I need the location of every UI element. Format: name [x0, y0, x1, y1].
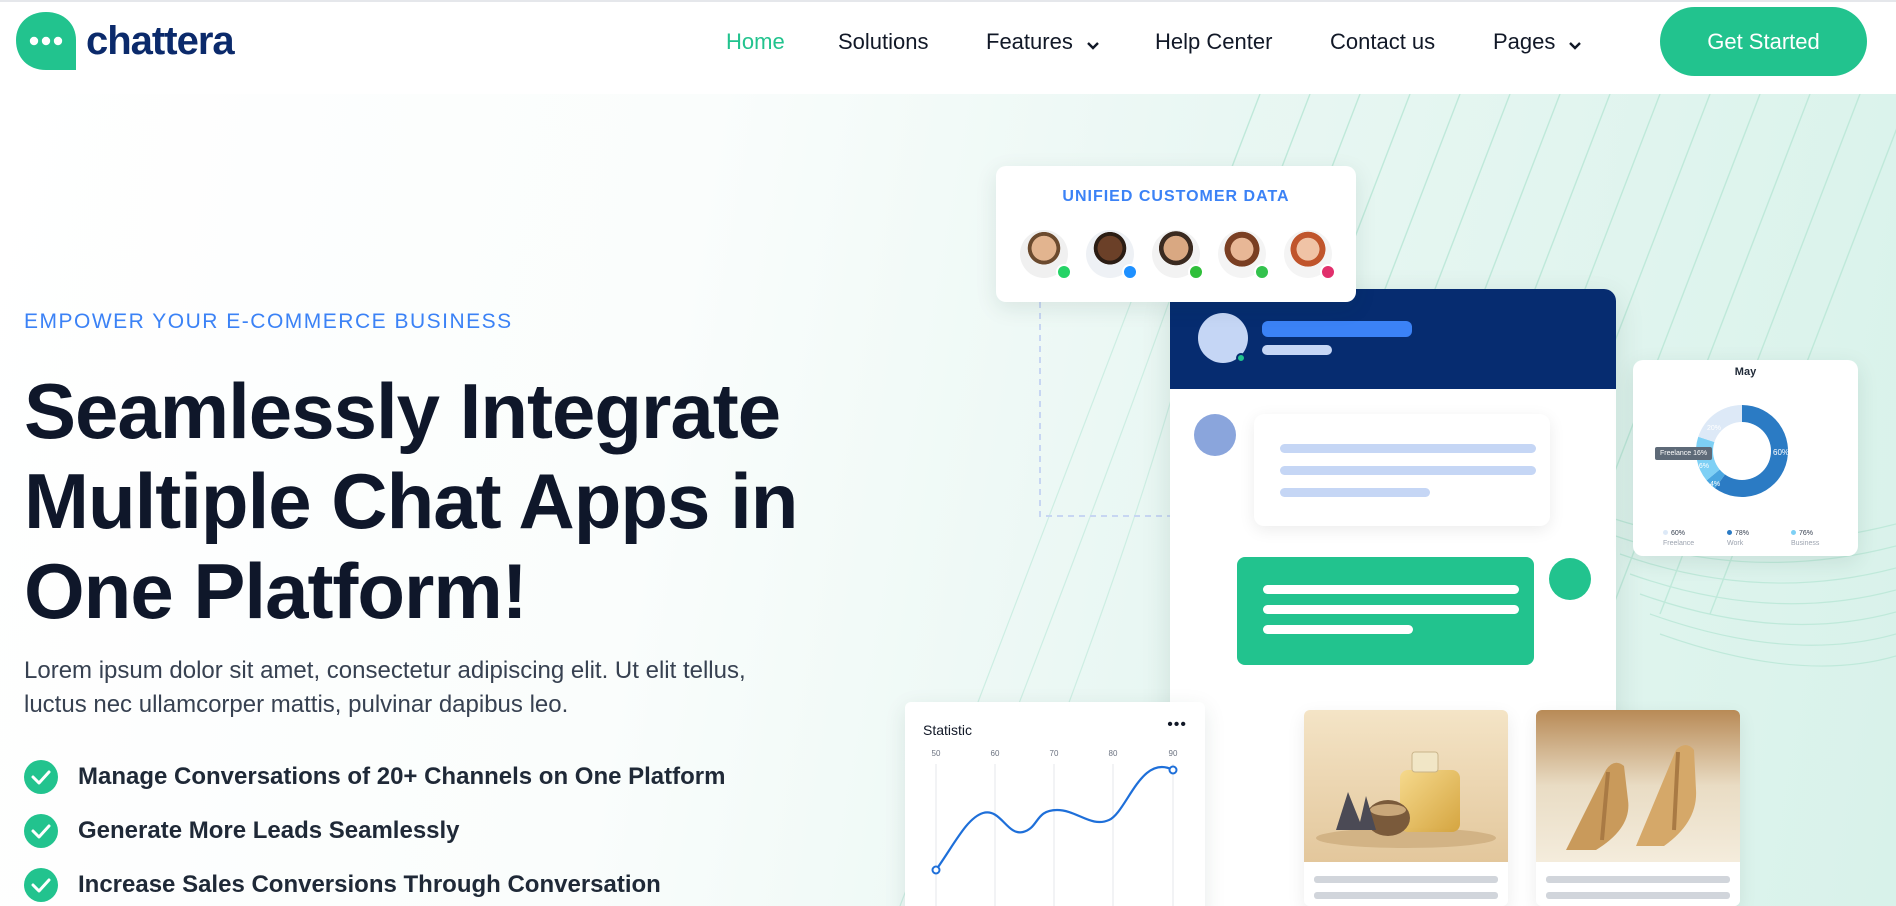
hero-description: Lorem ipsum dolor sit amet, consectetur …	[24, 657, 746, 718]
top-navigation-bar: chattera Home Solutions Features Help Ce…	[0, 0, 1896, 94]
slice-label: 20%	[1707, 425, 1721, 432]
avatar	[1194, 414, 1236, 456]
nav-pages-label: Pages	[1493, 29, 1556, 54]
whatsapp-icon	[1056, 264, 1072, 280]
avatar	[1020, 230, 1072, 280]
hero-eyebrow: EMPOWER YOUR E-COMMERCE BUSINESS	[24, 310, 513, 333]
nav-home[interactable]: Home	[726, 26, 785, 58]
legend-item: 78% Work	[1727, 530, 1750, 547]
feature-text: Manage Conversations of 20+ Channels on …	[78, 763, 726, 790]
chat-bubble-logo-icon	[14, 10, 78, 72]
instagram-icon	[1320, 264, 1336, 280]
avatar	[1152, 230, 1204, 280]
tick-label: 80	[1109, 749, 1118, 758]
slice-label: 4%	[1710, 481, 1720, 488]
chevron-down-icon	[1567, 34, 1583, 50]
brand-name: chattera	[86, 18, 235, 63]
nav-features[interactable]: Features	[986, 26, 1101, 58]
donut-chart-card: May 60% 4% 16% 20% Freelance 16% 60% Fre…	[1633, 360, 1858, 556]
product-card-heels	[1536, 710, 1740, 906]
avatar	[1086, 230, 1138, 280]
slice-label: 60%	[1773, 448, 1789, 457]
heels-image	[1536, 710, 1740, 906]
placeholder-bar	[1262, 345, 1332, 355]
tick-label: 90	[1169, 749, 1178, 758]
placeholder-bar	[1262, 321, 1412, 337]
avatar	[1549, 558, 1591, 600]
nav-contact-us-label: Contact us	[1330, 29, 1436, 54]
chart-tooltip: Freelance 16%	[1655, 447, 1713, 460]
brand-logo[interactable]: chattera	[14, 10, 235, 72]
check-circle-icon	[24, 868, 58, 902]
incoming-message-bubble	[1254, 414, 1550, 526]
feature-text: Increase Sales Conversions Through Conve…	[78, 871, 661, 898]
card-title: Statistic	[923, 722, 973, 738]
legend-item: 76% Business	[1791, 530, 1820, 547]
get-started-button[interactable]: Get Started	[1660, 7, 1867, 76]
tick-label: 70	[1050, 749, 1059, 758]
chart-legend: 60% Freelance 78% Work 76% Business	[1633, 530, 1858, 554]
headline-line-1: Seamlessly Integrate	[24, 367, 781, 455]
line-icon	[1188, 264, 1204, 280]
chat-header	[1170, 289, 1616, 389]
statistic-card: Statistic ••• 50 60 70 80 90	[905, 702, 1205, 906]
check-circle-icon	[24, 760, 58, 794]
hero-section: EMPOWER YOUR E-COMMERCE BUSINESS Seamles…	[0, 94, 1896, 906]
messenger-icon	[1122, 264, 1138, 280]
legend-item: 60% Freelance	[1663, 530, 1695, 547]
headline-line-2: Multiple Chat Apps in	[24, 457, 798, 545]
slice-label: 16%	[1695, 463, 1709, 470]
nav-contact-us[interactable]: Contact us	[1330, 26, 1435, 58]
nav-solutions-label: Solutions	[838, 29, 929, 54]
list-item: Increase Sales Conversions Through Conve…	[24, 868, 661, 902]
nav-help-center[interactable]: Help Center	[1155, 26, 1272, 58]
nav-solutions[interactable]: Solutions	[838, 26, 929, 58]
list-item: Generate More Leads Seamlessly	[24, 814, 460, 848]
hero-headline: Seamlessly Integrate Multiple Chat Apps …	[24, 366, 824, 636]
tick-label: 50	[932, 749, 941, 758]
nav-help-center-label: Help Center	[1155, 29, 1273, 54]
avatar	[1284, 230, 1336, 280]
unified-customer-data-card: UNIFIED CUSTOMER DATA	[996, 166, 1356, 302]
outgoing-message-bubble	[1237, 557, 1534, 665]
product-card-perfume	[1304, 710, 1508, 906]
more-options-icon[interactable]: •••	[1167, 716, 1187, 734]
headline-line-3: One Platform!	[24, 547, 528, 635]
chevron-down-icon	[1085, 34, 1101, 50]
nav-pages[interactable]: Pages	[1493, 26, 1583, 58]
perfume-image	[1304, 710, 1508, 906]
line-chart: 50 60 70 80 90	[931, 749, 1178, 906]
feature-text: Generate More Leads Seamlessly	[78, 817, 460, 844]
dashed-connector	[1039, 302, 1170, 517]
donut-month-label: May	[1734, 366, 1757, 378]
list-item: Manage Conversations of 20+ Channels on …	[24, 760, 725, 794]
tick-label: 60	[991, 749, 1000, 758]
wechat-icon	[1254, 264, 1270, 280]
check-circle-icon	[24, 814, 58, 848]
card-title: UNIFIED CUSTOMER DATA	[1062, 188, 1290, 205]
nav-home-label: Home	[726, 29, 785, 54]
online-status-dot	[1236, 353, 1246, 363]
avatar	[1218, 230, 1270, 280]
nav-features-label: Features	[986, 29, 1073, 54]
